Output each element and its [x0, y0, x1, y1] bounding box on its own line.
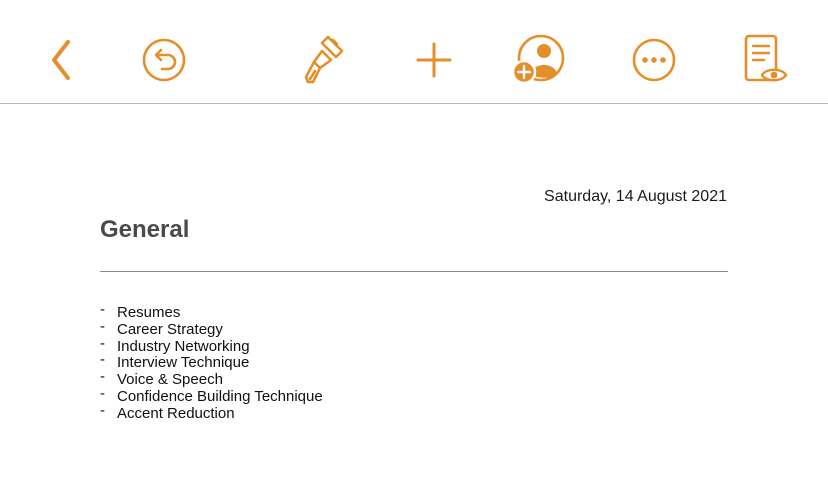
list-item: - Resumes — [100, 301, 323, 322]
bullet-list: - Resumes - Career Strategy - Industry Netw… — [100, 301, 323, 423]
add-person-icon — [511, 34, 565, 85]
insert-button[interactable] — [408, 34, 460, 86]
ellipsis-icon — [632, 38, 676, 82]
list-item-label: Career Strategy — [117, 320, 223, 338]
list-item-label: Industry Networking — [117, 337, 250, 355]
back-button[interactable] — [35, 34, 87, 86]
format-button[interactable] — [300, 34, 352, 86]
document-date: Saturday, 14 August 2021 — [544, 188, 727, 205]
reading-view-button[interactable] — [738, 34, 790, 86]
document-title: General — [100, 216, 190, 243]
list-item: - Interview Technique — [100, 351, 323, 372]
bullet-dash: - — [100, 301, 105, 318]
list-item-label: Accent Reduction — [117, 404, 235, 422]
list-item: - Voice & Speech — [100, 368, 323, 389]
title-divider — [100, 271, 728, 272]
bullet-dash: - — [100, 334, 105, 352]
list-item-label: Voice & Speech — [117, 371, 223, 389]
list-item: - Confidence Building Technique — [100, 384, 323, 406]
list-item-label: Confidence Building Technique — [117, 387, 323, 405]
bullet-dash: - — [100, 317, 105, 335]
list-item: - Career Strategy — [100, 317, 323, 339]
undo-button[interactable] — [138, 34, 190, 86]
document-eye-icon — [744, 34, 788, 82]
more-button[interactable] — [628, 34, 680, 86]
list-item: - Accent Reduction — [100, 401, 323, 423]
paintbrush-icon — [304, 35, 344, 84]
list-item: - Industry Networking — [100, 334, 323, 356]
toolbar — [0, 0, 828, 104]
list-item-label: Resumes — [117, 304, 181, 321]
undo-icon — [142, 38, 186, 82]
list-item-label: Interview Technique — [117, 354, 250, 372]
chevron-left-icon — [52, 40, 70, 80]
bullet-dash: - — [100, 384, 105, 402]
bullet-dash: - — [100, 351, 105, 369]
plus-icon — [416, 42, 452, 78]
bullet-dash: - — [100, 368, 105, 386]
bullet-dash: - — [100, 401, 105, 419]
collaborate-button[interactable] — [511, 34, 566, 86]
